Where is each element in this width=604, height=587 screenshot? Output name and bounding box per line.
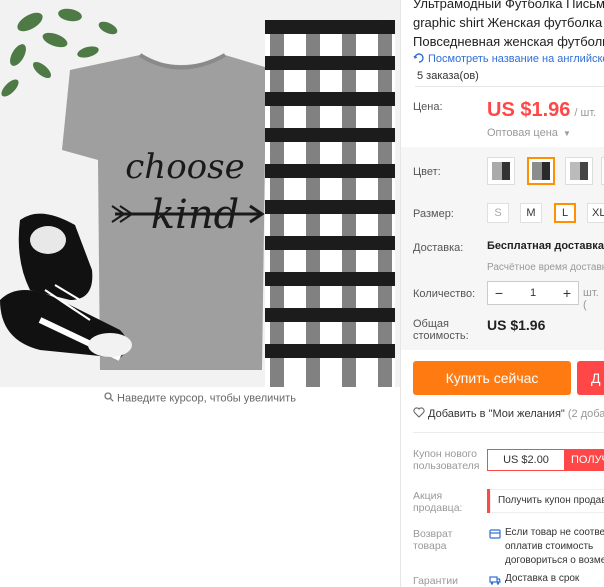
- shirt-print-line1: choose: [125, 147, 244, 187]
- coupon-amount: US $2.00: [487, 449, 565, 471]
- total-label-line2: стоимость:: [413, 330, 469, 342]
- shipping-eta: Расчётное время доставки: [487, 262, 604, 273]
- returns-label: Возврат товара: [413, 528, 452, 552]
- product-title-line: graphic shirt Женская футболка: [413, 15, 603, 30]
- guarantee-text: Доставка в срок: [505, 573, 580, 584]
- quantity-input[interactable]: 1: [510, 282, 556, 304]
- price-value: US $1.96/ шт.: [487, 99, 596, 122]
- returns-label-line1: Возврат: [413, 528, 453, 540]
- shipping-label: Доставка:: [413, 242, 464, 254]
- chevron-down-icon: ▼: [562, 129, 571, 138]
- product-info-panel: Ультрамодный Футболка Письма graphic shi…: [401, 0, 604, 587]
- wishlist-text[interactable]: Добавить в "Мои желания": [428, 408, 565, 420]
- seller-coupon-button[interactable]: Получить купон продавца: [487, 489, 604, 513]
- returns-line2: оплатив стоимость: [505, 541, 594, 552]
- divider: [413, 432, 604, 433]
- size-label: Размер:: [413, 208, 454, 220]
- add-to-cart-button[interactable]: Д: [577, 361, 604, 395]
- buy-now-button[interactable]: Купить сейчас: [413, 361, 571, 395]
- new-user-coupon-label: Купон нового пользователя: [413, 448, 480, 472]
- orders-count: 5 заказа(ов): [417, 70, 479, 82]
- returns-text: Если товар не соответствует оплатив стои…: [505, 526, 604, 568]
- total-label: Общая стоимость:: [413, 318, 469, 342]
- translate-title-link[interactable]: Посмотреть название на английском: [413, 52, 604, 65]
- magnifier-icon: [104, 392, 114, 405]
- returns-line1: Если товар не соответствует: [505, 527, 604, 538]
- product-title: Ультрамодный Футболка Письма graphic shi…: [413, 0, 604, 51]
- wholesale-price-dropdown[interactable]: Оптовая цена ▼: [487, 127, 571, 139]
- quantity-stepper: − 1 +: [487, 281, 579, 305]
- size-option-l[interactable]: L: [554, 203, 576, 223]
- price-amount: US $1.96: [487, 99, 571, 121]
- zoom-hint: Наведите курсор, чтобы увеличить: [0, 392, 400, 405]
- heart-icon: [413, 407, 425, 418]
- quantity-decrease-button[interactable]: −: [488, 282, 510, 304]
- guarantee-label: Гарантии: [413, 575, 458, 587]
- size-option-xl[interactable]: XL: [587, 203, 604, 223]
- price-unit: / шт.: [574, 107, 597, 119]
- size-option-s[interactable]: S: [487, 203, 509, 223]
- product-main-image[interactable]: choose kind: [0, 0, 400, 387]
- coupon-label-line1: Купон нового: [413, 448, 477, 460]
- wholesale-label[interactable]: Оптовая цена: [487, 127, 558, 139]
- quantity-increase-button[interactable]: +: [556, 282, 578, 304]
- truck-icon: [489, 573, 501, 587]
- color-label: Цвет:: [413, 166, 441, 178]
- divider: [415, 86, 604, 87]
- color-swatch-3[interactable]: [565, 157, 593, 185]
- quantity-label: Количество:: [413, 288, 476, 300]
- translate-link-text[interactable]: Посмотреть название на английском: [428, 53, 604, 65]
- total-value: US $1.96: [487, 317, 546, 333]
- seller-promo-label: Акция продавца:: [413, 490, 462, 514]
- get-coupon-button[interactable]: ПОЛУЧИ: [565, 449, 604, 471]
- size-option-m[interactable]: M: [520, 203, 542, 223]
- wishlist-count: (2 добавлен: [567, 408, 604, 420]
- quantity-unit: шт. (: [583, 287, 599, 311]
- product-title-line: Повседневная женская футболка: [413, 34, 604, 49]
- price-label: Цена:: [413, 101, 443, 113]
- promo-label-line2: продавца:: [413, 502, 463, 514]
- coupon-label-line2: пользователя: [413, 460, 480, 472]
- promo-label-line1: Акция: [413, 490, 443, 502]
- total-label-line1: Общая: [413, 318, 449, 330]
- shipping-value[interactable]: Бесплатная доставка в: [487, 240, 604, 252]
- translate-icon: [413, 53, 424, 63]
- zoom-hint-text: Наведите курсор, чтобы увеличить: [117, 392, 296, 405]
- color-swatch-1[interactable]: [487, 157, 515, 185]
- returns-label-line2: товара: [413, 540, 447, 552]
- product-title-line: Ультрамодный Футболка Письма: [413, 0, 604, 11]
- returns-line3: договориться о возмещении: [505, 555, 604, 566]
- wishlist-link[interactable]: Добавить в "Мои желания" (2 добавлен: [413, 407, 604, 420]
- shield-icon: [489, 527, 501, 545]
- color-swatch-2[interactable]: [527, 157, 555, 185]
